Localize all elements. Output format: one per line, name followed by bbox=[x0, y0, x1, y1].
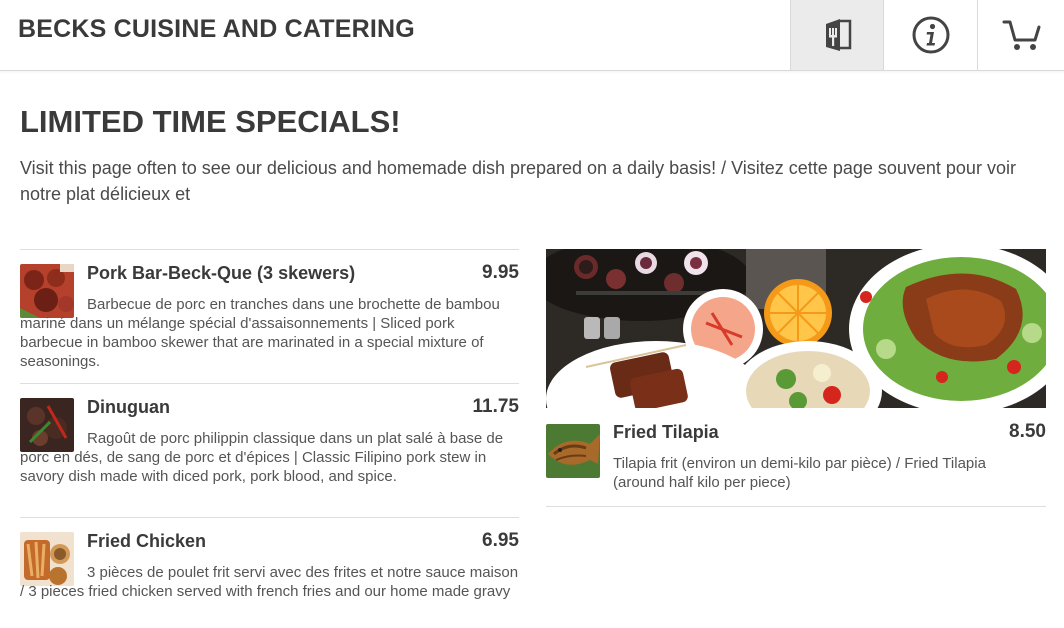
item-price: 9.95 bbox=[482, 262, 519, 283]
cart-icon bbox=[1002, 20, 1040, 50]
menu-item[interactable]: Dinuguan 11.75 Ragoût de porc philippin … bbox=[20, 383, 519, 518]
item-description: Tilapia frit (environ un demi-kilo par p… bbox=[613, 455, 986, 491]
item-price: 11.75 bbox=[472, 396, 520, 417]
info-icon bbox=[912, 16, 949, 54]
page-title: LIMITED TIME SPECIALS! bbox=[20, 104, 401, 139]
item-name: Fried Chicken bbox=[87, 531, 207, 551]
info-button[interactable] bbox=[883, 0, 977, 70]
item-description: Ragoût de porc philippin classique dans … bbox=[20, 430, 504, 485]
menu-item[interactable]: Fried Chicken 6.95 3 pièces de poulet fr… bbox=[20, 517, 519, 628]
top-header: BECKS CUISINE AND CATERING bbox=[0, 0, 1064, 71]
item-description: 3 pièces de poulet frit servi avec des f… bbox=[20, 564, 519, 600]
menu-book-icon bbox=[825, 19, 851, 51]
cart-button[interactable] bbox=[977, 0, 1064, 70]
item-description: Barbecue de porc en tranches dans une br… bbox=[20, 296, 500, 370]
menu-button[interactable] bbox=[790, 0, 884, 70]
item-name: Pork Bar-Beck-Que (3 skewers) bbox=[87, 263, 356, 283]
item-thumbnail bbox=[546, 424, 600, 478]
item-price: 8.50 bbox=[1009, 421, 1046, 442]
item-name: Fried Tilapia bbox=[613, 422, 719, 442]
menu-item[interactable]: Pork Bar-Beck-Que (3 skewers) 9.95 Barbe… bbox=[20, 249, 519, 384]
page-intro: Visit this page often to see our delicio… bbox=[20, 158, 1016, 204]
item-price: 6.95 bbox=[482, 530, 519, 551]
brand-name[interactable]: BECKS CUISINE AND CATERING bbox=[18, 15, 415, 44]
item-name: Dinuguan bbox=[87, 397, 170, 417]
featured-food-photo bbox=[546, 249, 1046, 408]
menu-item[interactable]: Fried Tilapia 8.50 Tilapia frit (environ… bbox=[546, 408, 1046, 507]
